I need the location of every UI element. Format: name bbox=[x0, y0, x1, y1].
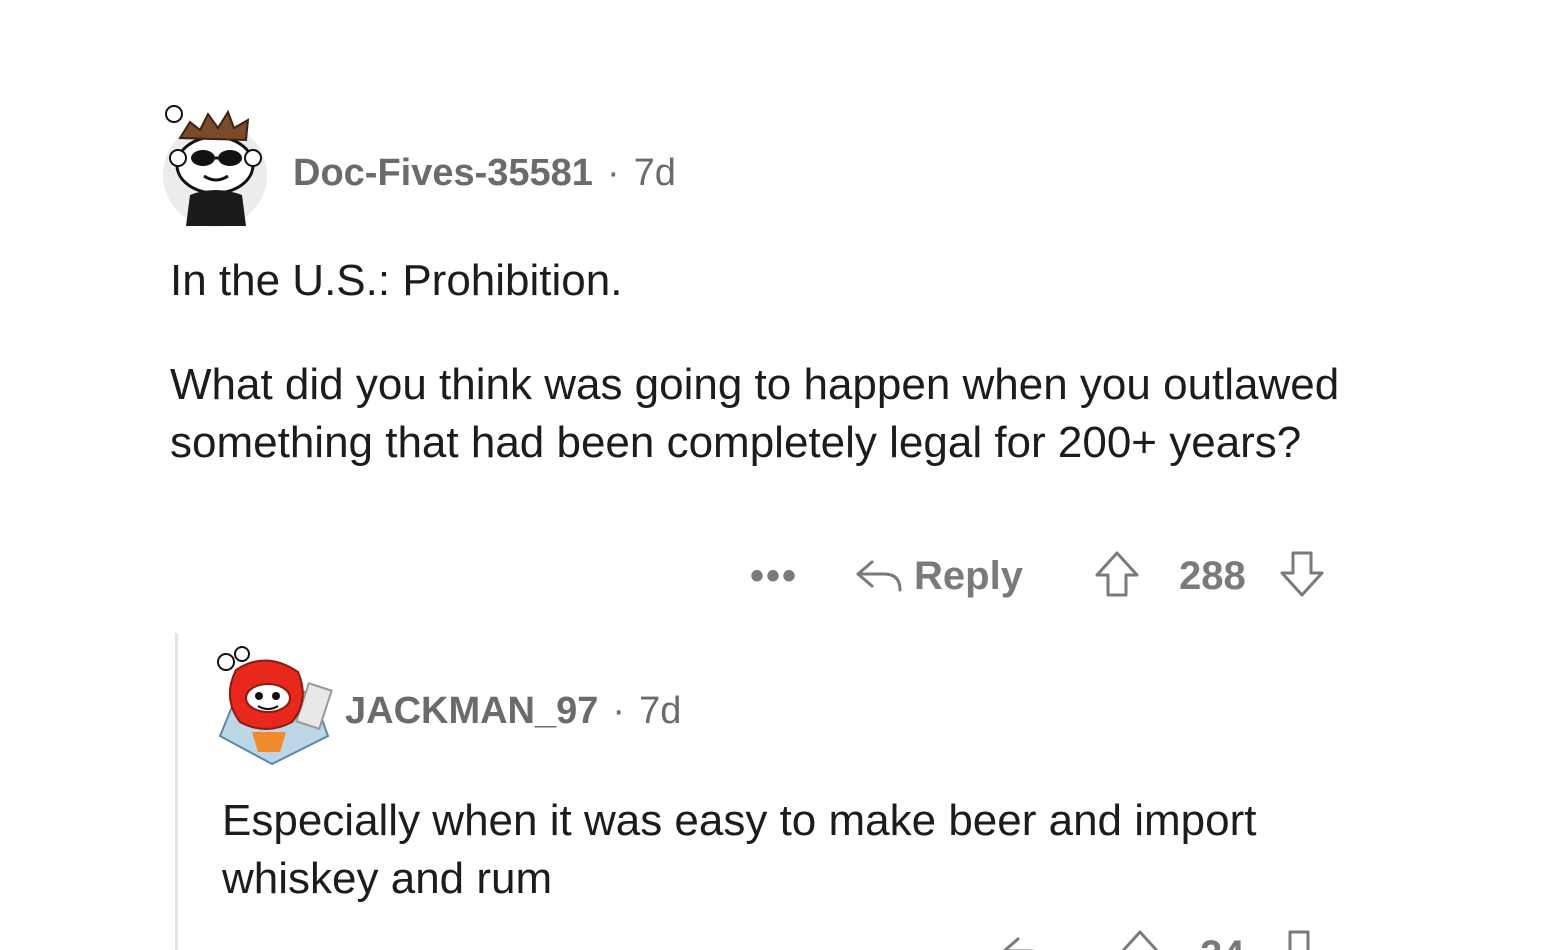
comment-actions: 24 bbox=[1000, 925, 1323, 950]
downvote-button[interactable] bbox=[1275, 928, 1323, 950]
upvote-button[interactable] bbox=[1116, 928, 1164, 950]
user-avatar[interactable] bbox=[212, 640, 334, 768]
thread-line[interactable] bbox=[175, 633, 178, 950]
meta-separator: · bbox=[612, 690, 626, 732]
comment-meta: Doc-Fives-35581 · 7d bbox=[293, 152, 676, 195]
comment-age: 7d bbox=[639, 690, 682, 732]
comment-paragraph: Especially when it was easy to make beer… bbox=[222, 796, 1257, 903]
snoo-sunglasses-avatar-icon bbox=[163, 105, 267, 227]
upvote-arrow-icon bbox=[1095, 551, 1139, 596]
username-link[interactable]: JACKMAN_97 bbox=[345, 690, 598, 732]
comment-meta: JACKMAN_97 · 7d bbox=[345, 690, 681, 733]
comment-thread: Doc-Fives-35581 · 7d In the U.S.: Prohibit… bbox=[0, 0, 1546, 950]
reply-arrow-icon bbox=[856, 560, 902, 592]
username-link[interactable]: Doc-Fives-35581 bbox=[293, 152, 593, 194]
vote-score: 288 bbox=[1178, 553, 1246, 598]
more-options-button[interactable]: ••• bbox=[750, 554, 798, 599]
snoo-red-helmet-avatar-icon bbox=[217, 646, 333, 766]
comment-age: 7d bbox=[633, 152, 676, 194]
reply-button[interactable]: Reply bbox=[854, 554, 1023, 599]
upvote-arrow-icon bbox=[1121, 930, 1159, 950]
reply-label: Reply bbox=[914, 553, 1023, 598]
downvote-arrow-icon bbox=[1278, 930, 1319, 950]
upvote-button[interactable] bbox=[1093, 549, 1141, 604]
comment-paragraph: In the U.S.: Prohibition. bbox=[170, 256, 623, 305]
comment-paragraph: What did you think was going to happen w… bbox=[170, 360, 1340, 467]
user-avatar[interactable] bbox=[160, 100, 270, 230]
vote-score: 24 bbox=[1200, 933, 1245, 950]
downvote-button[interactable] bbox=[1278, 549, 1326, 604]
reply-button[interactable] bbox=[1000, 933, 1050, 950]
reply-arrow-icon bbox=[1002, 937, 1038, 950]
downvote-arrow-icon bbox=[1280, 551, 1324, 596]
comment-actions: ••• Reply 288 bbox=[750, 546, 1326, 606]
meta-separator: · bbox=[606, 152, 620, 194]
